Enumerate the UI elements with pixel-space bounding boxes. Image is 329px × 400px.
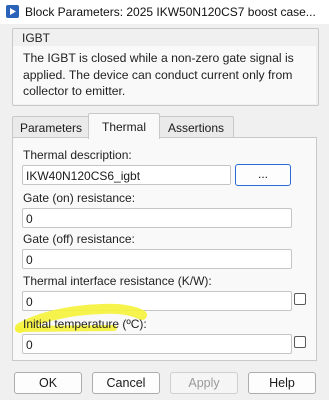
tab-assertions[interactable]: Assertions (158, 116, 234, 139)
gate-on-resistance-label: Gate (on) resistance: (23, 191, 136, 205)
group-legend: IGBT (20, 31, 53, 45)
gate-off-resistance-label: Gate (off) resistance: (23, 232, 135, 246)
apply-button[interactable]: Apply (170, 372, 238, 394)
thermal-description-input[interactable]: IKW40N120CS6_igbt (22, 165, 231, 185)
initial-temperature-label: Initial temperature (ºC): (23, 317, 147, 331)
simulink-block-icon (6, 5, 19, 18)
tab-parameters[interactable]: Parameters (12, 116, 90, 139)
thermal-interface-checkbox[interactable] (294, 293, 306, 305)
help-button[interactable]: Help (248, 372, 316, 394)
initial-temperature-input[interactable]: 0 (22, 334, 292, 354)
thermal-description-label: Thermal description: (23, 148, 132, 162)
block-description: The IGBT is closed while a non-zero gate… (23, 51, 294, 98)
gate-on-resistance-input[interactable]: 0 (22, 208, 292, 228)
thermal-interface-resistance-label: Thermal interface resistance (K/W): (23, 274, 212, 288)
thermal-interface-resistance-input[interactable]: 0 (22, 291, 292, 311)
window-title: Block Parameters: 2025 IKW50N120CS7 boos… (25, 5, 316, 19)
tab-thermal[interactable]: Thermal (88, 113, 160, 139)
ok-button[interactable]: OK (14, 372, 82, 394)
browse-button[interactable]: ... (235, 164, 291, 186)
cancel-button[interactable]: Cancel (92, 372, 160, 394)
initial-temperature-checkbox[interactable] (294, 336, 306, 348)
gate-off-resistance-input[interactable]: 0 (22, 249, 292, 269)
title-bar: Block Parameters: 2025 IKW50N120CS7 boos… (0, 0, 329, 24)
